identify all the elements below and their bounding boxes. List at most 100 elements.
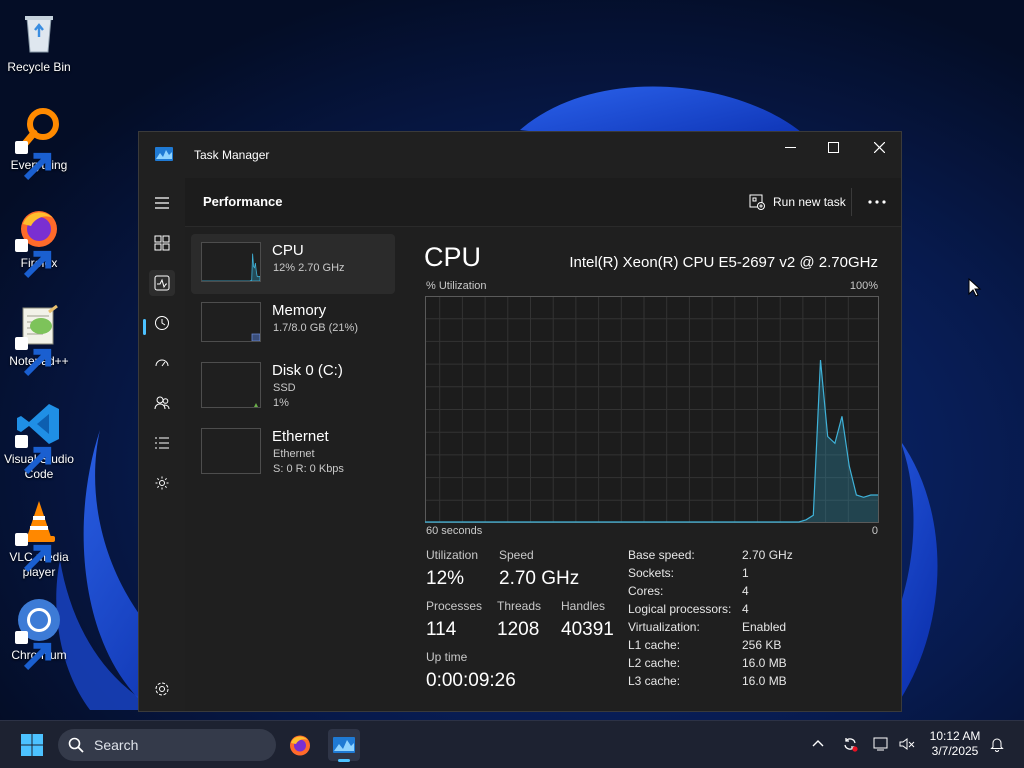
notepad-plus-plus-icon (15, 302, 63, 377)
taskbar-search-box[interactable]: Search (58, 729, 276, 761)
vlc-icon (15, 498, 63, 573)
close-button[interactable] (856, 132, 902, 162)
desktop-icon-firefox[interactable]: Firefox (2, 204, 76, 279)
run-new-task-label: Run new task (773, 195, 846, 209)
users-icon[interactable] (149, 390, 175, 416)
everything-icon (15, 106, 63, 181)
startup-apps-icon[interactable] (149, 350, 175, 376)
mouse-cursor-icon (968, 278, 982, 297)
desktop-icon-vscode[interactable]: Visual Studio Code (2, 400, 76, 482)
processes-icon[interactable] (149, 230, 175, 256)
cpu-utilization-graph (425, 296, 879, 523)
l2-cache-label: L2 cache: (628, 656, 681, 670)
processes-value: 114 (426, 619, 457, 640)
disk-thumbnail-graph (201, 362, 261, 408)
utilization-max-label: 100% (849, 280, 878, 292)
minimize-button[interactable] (767, 132, 813, 162)
processes-label: Processes (426, 599, 483, 613)
shortcut-arrow-icon (15, 239, 52, 279)
cores-value: 4 (742, 584, 749, 598)
performance-icon[interactable] (149, 270, 175, 296)
run-task-icon (749, 194, 765, 210)
search-icon (68, 737, 84, 753)
hamburger-menu-icon[interactable] (149, 190, 175, 216)
clock-date: 3/7/2025 (931, 744, 979, 758)
vscode-icon (15, 400, 63, 475)
resource-item-memory[interactable]: Memory 1.7/8.0 GB (21%) (191, 294, 395, 354)
selected-indicator (143, 319, 146, 335)
resource-detail: 12% 2.70 GHz (273, 262, 345, 274)
cpu-thumbnail-area (202, 253, 260, 281)
network-icon[interactable] (872, 735, 890, 753)
cpu-thumbnail-graph (201, 242, 261, 282)
l2-cache-value: 16.0 MB (742, 656, 787, 670)
task-manager-window: Task Manager Performance Run new task CP… (138, 131, 902, 712)
resource-name: Disk 0 (C:) (272, 362, 343, 379)
sockets-value: 1 (742, 566, 749, 580)
resource-item-disk[interactable]: Disk 0 (C:) SSD 1% (191, 354, 395, 414)
resource-item-cpu[interactable]: CPU 12% 2.70 GHz (191, 234, 395, 294)
speed-label: Speed (499, 548, 534, 562)
resource-detail-secondary: S: 0 R: 0 Kbps (273, 463, 344, 475)
uptime-value: 0:00:09:26 (426, 670, 516, 691)
resource-name: CPU (272, 242, 304, 259)
desktop-icon-recycle-bin[interactable]: Recycle Bin (2, 8, 76, 75)
uptime-label: Up time (426, 650, 468, 664)
windows-logo-icon (21, 734, 43, 756)
details-icon[interactable] (149, 430, 175, 456)
desktop-icon-notepad-plus-plus[interactable]: Notepad++ (2, 302, 76, 377)
running-indicator (338, 759, 350, 762)
services-icon[interactable] (149, 470, 175, 496)
resource-detail-secondary: 1% (273, 397, 289, 409)
l3-cache-label: L3 cache: (628, 674, 681, 688)
desktop-icon-everything[interactable]: Everything (2, 106, 76, 181)
cores-label: Cores: (628, 584, 664, 598)
logical-processors-value: 4 (742, 602, 749, 616)
l3-cache-value: 16.0 MB (742, 674, 787, 688)
l1-cache-label: L1 cache: (628, 638, 681, 652)
shortcut-arrow-icon (15, 631, 52, 671)
chromium-icon (15, 596, 63, 671)
volume-muted-icon[interactable] (898, 735, 916, 753)
start-button[interactable] (16, 729, 48, 761)
resource-detail: Ethernet (273, 448, 315, 460)
recycle-bin-icon (15, 8, 63, 56)
base-speed-value: 2.70 GHz (742, 548, 793, 562)
update-sync-icon[interactable] (841, 735, 859, 753)
shortcut-arrow-icon (15, 533, 52, 573)
desktop-icon-vlc[interactable]: VLC media player (2, 498, 76, 580)
handles-value: 40391 (561, 619, 614, 640)
resource-name: Memory (272, 302, 327, 319)
taskbar-task-manager-button[interactable] (328, 729, 360, 762)
navigation-rail (139, 178, 185, 711)
command-bar: Performance Run new task (185, 178, 901, 227)
utilization-value: 12% (426, 568, 465, 589)
logical-processors-label: Logical processors: (628, 602, 732, 616)
clock[interactable]: 10:12 AM 3/7/2025 (924, 729, 986, 759)
settings-icon[interactable] (149, 676, 175, 702)
taskbar: Search 10:12 AM 3/7/2025 (0, 720, 1024, 768)
utilization-label: Utilization (426, 548, 479, 562)
title-bar[interactable]: Task Manager (139, 132, 901, 178)
app-history-icon[interactable] (149, 310, 175, 336)
speed-value: 2.70 GHz (499, 568, 580, 589)
desktop-icon-label: Recycle Bin (7, 60, 71, 74)
more-options-button[interactable] (861, 190, 893, 214)
task-manager-icon (333, 737, 355, 753)
maximize-button[interactable] (810, 132, 856, 162)
utilization-axis-label: % Utilization (426, 280, 487, 292)
time-axis-start-label: 60 seconds (426, 525, 483, 537)
shortcut-arrow-icon (15, 435, 52, 475)
threads-value: 1208 (497, 619, 540, 640)
window-title: Task Manager (194, 148, 270, 162)
command-separator (851, 188, 852, 216)
desktop-icon-chromium[interactable]: Chromium (2, 596, 76, 671)
resource-item-ethernet[interactable]: Ethernet Ethernet S: 0 R: 0 Kbps (191, 420, 395, 480)
notifications-bell-icon[interactable] (988, 735, 1006, 753)
run-new-task-button[interactable]: Run new task (741, 188, 854, 216)
clock-time: 10:12 AM (929, 729, 981, 743)
taskbar-firefox-button[interactable] (284, 729, 316, 761)
virtualization-value: Enabled (742, 620, 787, 634)
show-hidden-icons-chevron[interactable] (809, 735, 827, 753)
firefox-icon (15, 204, 63, 279)
